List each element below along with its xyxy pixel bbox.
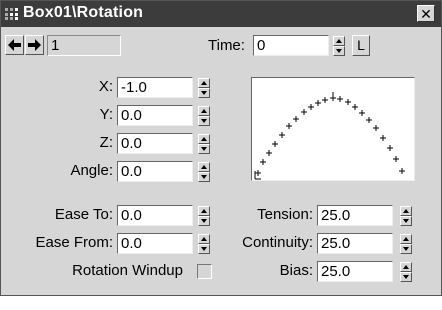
- spinner-down-icon[interactable]: [333, 46, 345, 56]
- window-menu-icon[interactable]: [5, 8, 19, 20]
- tcb-rotation-dialog: Box01\Rotation ✕ 1 Time: 0 L X: -1.0 Y: …: [0, 0, 442, 296]
- spinner-down-icon[interactable]: [198, 88, 210, 98]
- bias-label: Bias:: [279, 262, 313, 279]
- z-label: Z:: [99, 134, 113, 151]
- tension-spinner[interactable]: [400, 206, 412, 226]
- ease-to-label: Ease To:: [54, 206, 113, 223]
- angle-field[interactable]: 0.0: [117, 161, 193, 182]
- angle-label: Angle:: [70, 162, 113, 179]
- next-key-button[interactable]: [25, 35, 44, 55]
- close-button[interactable]: ✕: [417, 5, 435, 22]
- spinner-down-icon[interactable]: [198, 144, 210, 154]
- lock-button[interactable]: L: [352, 35, 370, 56]
- spinner-down-icon[interactable]: [198, 244, 210, 254]
- spinner-up-icon[interactable]: [198, 134, 210, 144]
- time-label: Time:: [208, 37, 245, 54]
- bias-field[interactable]: 25.0: [317, 261, 393, 282]
- x-spinner[interactable]: [198, 78, 210, 98]
- key-number-field: 1: [47, 35, 121, 56]
- spinner-up-icon[interactable]: [400, 206, 412, 216]
- spinner-down-icon[interactable]: [198, 172, 210, 182]
- ease-to-field[interactable]: 0.0: [117, 205, 193, 226]
- tcb-curve-plot: [254, 92, 405, 180]
- angle-spinner[interactable]: [198, 162, 210, 182]
- continuity-label: Continuity:: [242, 234, 313, 251]
- prev-key-button[interactable]: [5, 35, 24, 55]
- spinner-down-icon[interactable]: [198, 216, 210, 226]
- z-spinner[interactable]: [198, 134, 210, 154]
- title-bar[interactable]: Box01\Rotation ✕: [1, 1, 441, 27]
- spinner-up-icon[interactable]: [400, 262, 412, 272]
- spinner-up-icon[interactable]: [198, 206, 210, 216]
- spinner-up-icon[interactable]: [198, 234, 210, 244]
- ease-to-spinner[interactable]: [198, 206, 210, 226]
- spinner-up-icon[interactable]: [198, 162, 210, 172]
- x-label: X:: [98, 78, 113, 95]
- spinner-down-icon[interactable]: [400, 244, 412, 254]
- spinner-up-icon[interactable]: [400, 234, 412, 244]
- y-spinner[interactable]: [198, 106, 210, 126]
- time-spinner[interactable]: [333, 36, 345, 56]
- spinner-up-icon[interactable]: [333, 36, 345, 46]
- y-field[interactable]: 0.0: [117, 105, 193, 126]
- window-title: Box01\Rotation: [23, 4, 144, 21]
- z-field[interactable]: 0.0: [117, 133, 193, 154]
- arrow-right-icon: [28, 39, 41, 51]
- tcb-curve-graph: [251, 77, 415, 181]
- continuity-field[interactable]: 25.0: [317, 233, 393, 254]
- spinner-up-icon[interactable]: [198, 106, 210, 116]
- rotation-windup-checkbox[interactable]: [197, 264, 212, 279]
- arrow-left-icon: [8, 39, 21, 51]
- bias-spinner[interactable]: [400, 262, 412, 282]
- tension-field[interactable]: 25.0: [317, 205, 393, 226]
- x-field[interactable]: -1.0: [117, 77, 193, 98]
- spinner-down-icon[interactable]: [400, 272, 412, 282]
- y-label: Y:: [99, 106, 113, 123]
- spinner-down-icon[interactable]: [400, 216, 412, 226]
- spinner-up-icon[interactable]: [198, 78, 210, 88]
- spinner-down-icon[interactable]: [198, 116, 210, 126]
- rotation-windup-label: Rotation Windup: [72, 262, 183, 279]
- continuity-spinner[interactable]: [400, 234, 412, 254]
- ease-from-label: Ease From:: [35, 234, 113, 251]
- tension-label: Tension:: [257, 206, 313, 223]
- time-field[interactable]: 0: [253, 35, 329, 56]
- close-icon: ✕: [420, 6, 432, 22]
- ease-from-spinner[interactable]: [198, 234, 210, 254]
- ease-from-field[interactable]: 0.0: [117, 233, 193, 254]
